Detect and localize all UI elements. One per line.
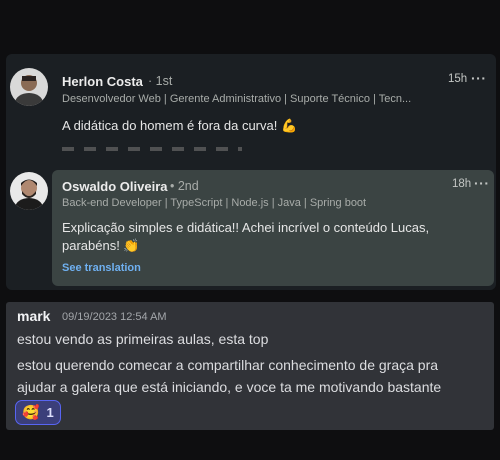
commenter-headline: Back-end Developer | TypeScript | Node.j… <box>62 197 367 209</box>
reaction-count: 1 <box>46 405 54 420</box>
comment-time: 18h <box>452 178 472 190</box>
reactions-row-partial <box>62 147 242 151</box>
more-options-icon[interactable]: ··· <box>474 175 490 191</box>
smiling-hearts-emoji-icon: 🥰 <box>22 404 40 420</box>
comment-text: A didática do homem é fora da curva! 💪 <box>62 118 298 133</box>
see-translation-link[interactable]: See translation <box>62 262 141 274</box>
comment-text-line2: parabéns! 👏 <box>62 238 140 253</box>
avatar[interactable] <box>10 172 48 210</box>
message-line-2: estou querendo comecar a compartilhar co… <box>17 357 439 373</box>
message-timestamp: 09/19/2023 12:54 AM <box>62 311 167 323</box>
person-photo-icon <box>10 172 48 210</box>
commenter-name[interactable]: Oswaldo Oliveira <box>62 179 168 194</box>
avatar[interactable] <box>10 68 48 106</box>
reaction-button[interactable]: 🥰 1 <box>15 400 61 425</box>
person-photo-icon <box>10 68 48 106</box>
message-author[interactable]: mark <box>17 308 50 324</box>
comment-text-line1: Explicação simples e didática!! Achei in… <box>62 220 430 235</box>
connection-degree: • 2nd <box>170 179 199 193</box>
message-line-1: estou vendo as primeiras aulas, esta top <box>17 331 269 347</box>
message-line-3: ajudar a galera que está iniciando, e vo… <box>17 379 442 395</box>
